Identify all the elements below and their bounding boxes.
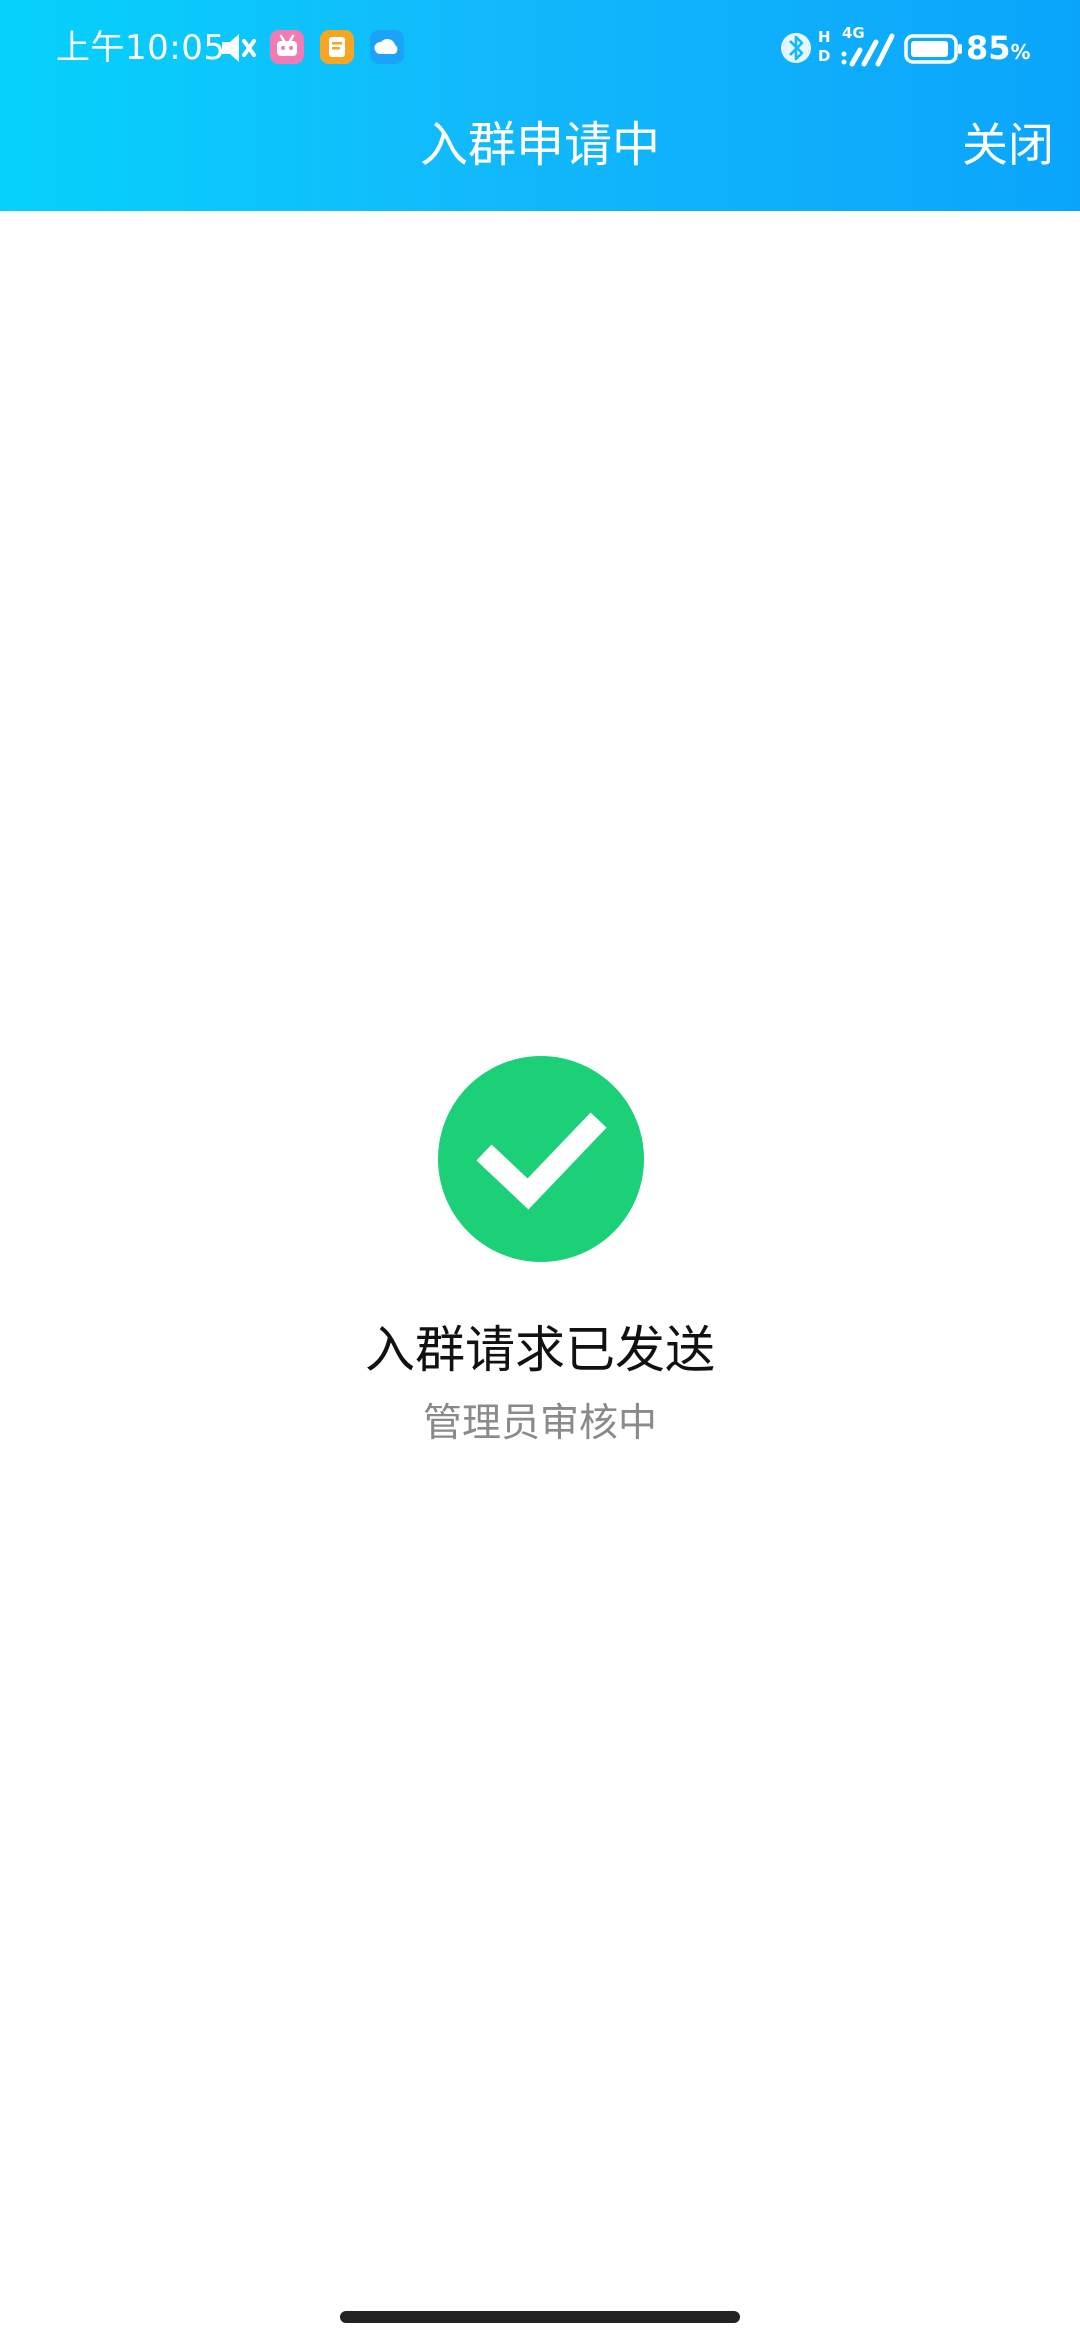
page-title: 入群申请中	[419, 117, 660, 173]
status-time: 上午10:05	[56, 28, 226, 68]
cloud-app-icon	[370, 30, 404, 64]
battery-percentage: 85%	[966, 29, 1031, 67]
success-icon	[438, 1056, 644, 1262]
note-app-icon	[320, 30, 354, 64]
status-bar: 上午10:05 H D 4G 85%	[0, 0, 1080, 96]
battery-icon	[904, 24, 964, 72]
signal-icon: 4G	[838, 24, 898, 72]
bluetooth-icon	[778, 24, 814, 72]
checkmark-icon	[476, 1112, 607, 1210]
close-button[interactable]: 关闭	[962, 110, 1054, 180]
app-header: 上午10:05 H D 4G 85% 入群申请中 关闭	[0, 0, 1080, 211]
mute-icon	[218, 28, 258, 68]
hd-icon: H D	[818, 28, 831, 65]
result-subtitle: 管理员审核中	[422, 1401, 657, 1446]
result-title: 入群请求已发送	[365, 1321, 715, 1379]
home-indicator[interactable]	[340, 2311, 740, 2323]
bilibili-app-icon	[270, 30, 304, 64]
